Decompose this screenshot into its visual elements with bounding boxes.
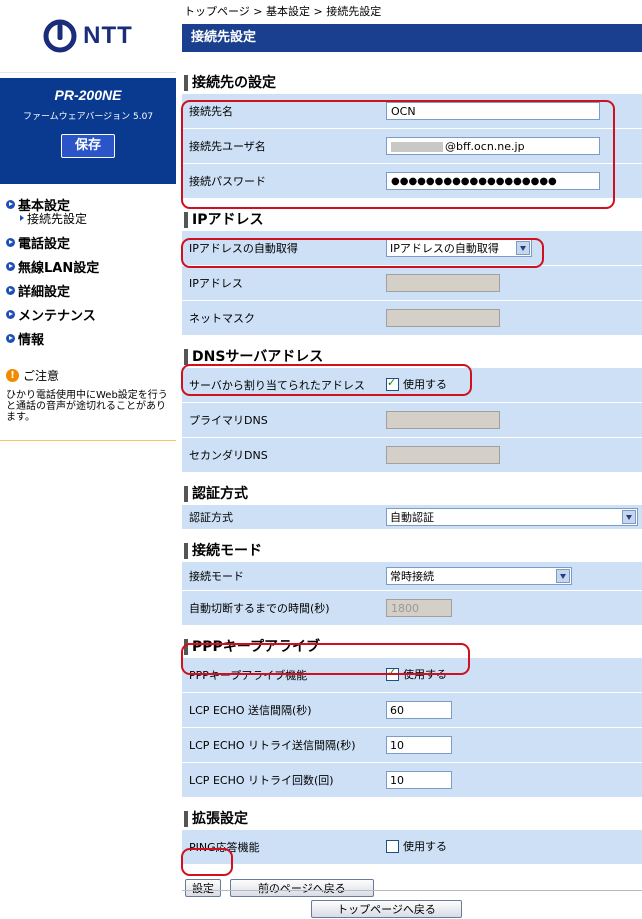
field-label: IPアドレスの自動取得: [182, 231, 380, 266]
field-label: サーバから割り当てられたアドレス: [182, 368, 380, 403]
action-row: 設定 前のページへ戻る: [185, 879, 642, 897]
page-title: 接続先設定: [182, 24, 642, 52]
bullet-arrow-icon: [6, 237, 15, 247]
field-label: ネットマスク: [182, 301, 380, 336]
timeout-input[interactable]: 1800: [386, 599, 452, 617]
lcp-interval-input[interactable]: 60: [386, 701, 452, 719]
lcp-retry-count-input[interactable]: 10: [386, 771, 452, 789]
netmask-input[interactable]: [386, 309, 500, 327]
section-title-dns: DNSサーバアドレス: [182, 346, 642, 368]
field-label: 接続先名: [182, 94, 380, 129]
checkbox-checked-icon: [386, 666, 399, 681]
nav-item-phone[interactable]: 電話設定: [6, 230, 176, 254]
sidebar-nav: 基本設定 接続先設定 電話設定 無線LAN設定 詳細設定 メンテナンス 情報: [6, 192, 176, 350]
field-label: PING応答機能: [182, 830, 380, 865]
ip-address-input[interactable]: [386, 274, 500, 292]
connection-table: 接続先名 OCN 接続先ユーザ名 @bff.ocn.ne.jp 接続パスワード …: [182, 94, 642, 199]
section-title-auth: 認証方式: [182, 483, 642, 505]
save-button[interactable]: 保存: [61, 134, 115, 158]
auth-table: 認証方式 自動認証: [182, 505, 642, 530]
nav-item-advanced[interactable]: 詳細設定: [6, 278, 176, 302]
notice-title: ご注意: [23, 369, 60, 383]
chevron-down-icon: [622, 510, 636, 524]
ext-table: PING応答機能 使用する: [182, 830, 642, 865]
checkbox-unchecked-icon: [386, 839, 399, 853]
field-label: PPPキープアライブ機能: [182, 658, 380, 693]
divider: [0, 440, 176, 441]
notice-body: ひかり電話使用中にWeb設定を行うと通話の音声が途切れることがあります。: [6, 390, 168, 423]
auth-method-select[interactable]: 自動認証: [386, 508, 638, 526]
ping-response-checkbox[interactable]: 使用する: [386, 838, 447, 854]
connection-name-input[interactable]: OCN: [386, 102, 600, 120]
ntt-logo: NTT: [43, 19, 133, 53]
apply-button[interactable]: 設定: [185, 879, 221, 897]
notice: ! ご注意 ひかり電話使用中にWeb設定を行うと通話の音声が途切れることがあります…: [6, 367, 174, 423]
field-label: 自動切断するまでの時間(秒): [182, 591, 380, 626]
logo-area: NTT: [0, 0, 176, 73]
logo-text: NTT: [83, 22, 133, 49]
mode-table: 接続モード 常時接続 自動切断するまでの時間(秒) 1800: [182, 562, 642, 626]
password-input[interactable]: ●●●●●●●●●●●●●●●●●●●: [386, 172, 600, 190]
model-name: PR-200NE: [54, 87, 122, 103]
section-title-connection: 接続先の設定: [182, 72, 642, 94]
field-label: 認証方式: [182, 505, 380, 530]
bullet-arrow-icon: [6, 309, 15, 319]
field-label: 接続先ユーザ名: [182, 129, 380, 164]
field-label: 接続パスワード: [182, 164, 380, 199]
field-label: セカンダリDNS: [182, 438, 380, 473]
breadcrumb: トップページ > 基本設定 > 接続先設定: [182, 0, 642, 24]
top-page-button[interactable]: トップページへ戻る: [311, 900, 462, 918]
bullet-arrow-icon: [6, 261, 15, 271]
bullet-arrow-icon: [6, 333, 15, 343]
chevron-down-icon: [516, 241, 530, 255]
redaction-block: [391, 142, 443, 152]
field-label: 接続モード: [182, 562, 380, 591]
ppp-table: PPPキープアライブ機能 使用する LCP ECHO 送信間隔(秒) 60 LC…: [182, 658, 642, 798]
primary-dns-input[interactable]: [386, 411, 500, 429]
nav-sub-connection[interactable]: 接続先設定: [20, 210, 176, 226]
nav-item-maintenance[interactable]: メンテナンス: [6, 302, 176, 326]
ip-table: IPアドレスの自動取得 IPアドレスの自動取得 IPアドレス ネットマスク: [182, 231, 642, 336]
section-title-ip: IPアドレス: [182, 209, 642, 231]
field-label: LCP ECHO 送信間隔(秒): [182, 693, 380, 728]
section-title-mode: 接続モード: [182, 540, 642, 562]
nav-item-wlan[interactable]: 無線LAN設定: [6, 254, 176, 278]
bullet-arrow-icon: [6, 285, 15, 295]
field-label: LCP ECHO リトライ回数(回): [182, 763, 380, 798]
sidebar: NTT PR-200NE ファームウェアバージョン 5.07 保存 基本設定 接…: [0, 0, 176, 919]
secondary-dns-input[interactable]: [386, 446, 500, 464]
chevron-down-icon: [556, 569, 570, 583]
connection-mode-select[interactable]: 常時接続: [386, 567, 572, 585]
ip-auto-select[interactable]: IPアドレスの自動取得: [386, 239, 532, 257]
field-label: LCP ECHO リトライ送信間隔(秒): [182, 728, 380, 763]
field-label: プライマリDNS: [182, 403, 380, 438]
nav-item-info[interactable]: 情報: [6, 326, 176, 350]
warning-icon: !: [6, 369, 19, 382]
section-title-ext: 拡張設定: [182, 808, 642, 830]
username-input[interactable]: @bff.ocn.ne.jp: [386, 137, 600, 155]
model-panel: PR-200NE ファームウェアバージョン 5.07 保存: [0, 78, 176, 184]
checkbox-checked-icon: [386, 376, 399, 391]
main-content: トップページ > 基本設定 > 接続先設定 接続先設定 接続先の設定 接続先名 …: [182, 0, 642, 897]
lcp-retry-interval-input[interactable]: 10: [386, 736, 452, 754]
ntt-logo-icon: [43, 19, 77, 53]
firmware-version: ファームウェアバージョン 5.07: [22, 112, 154, 122]
divider: [182, 890, 642, 891]
field-label: IPアドレス: [182, 266, 380, 301]
triangle-icon: [20, 215, 24, 221]
dns-assigned-checkbox[interactable]: 使用する: [386, 376, 447, 392]
bullet-arrow-icon: [6, 199, 15, 209]
ppp-keepalive-checkbox[interactable]: 使用する: [386, 666, 447, 682]
section-title-ppp: PPPキープアライブ: [182, 636, 642, 658]
dns-table: サーバから割り当てられたアドレス 使用する プライマリDNS セカンダリDNS: [182, 368, 642, 473]
back-button[interactable]: 前のページへ戻る: [229, 879, 374, 897]
